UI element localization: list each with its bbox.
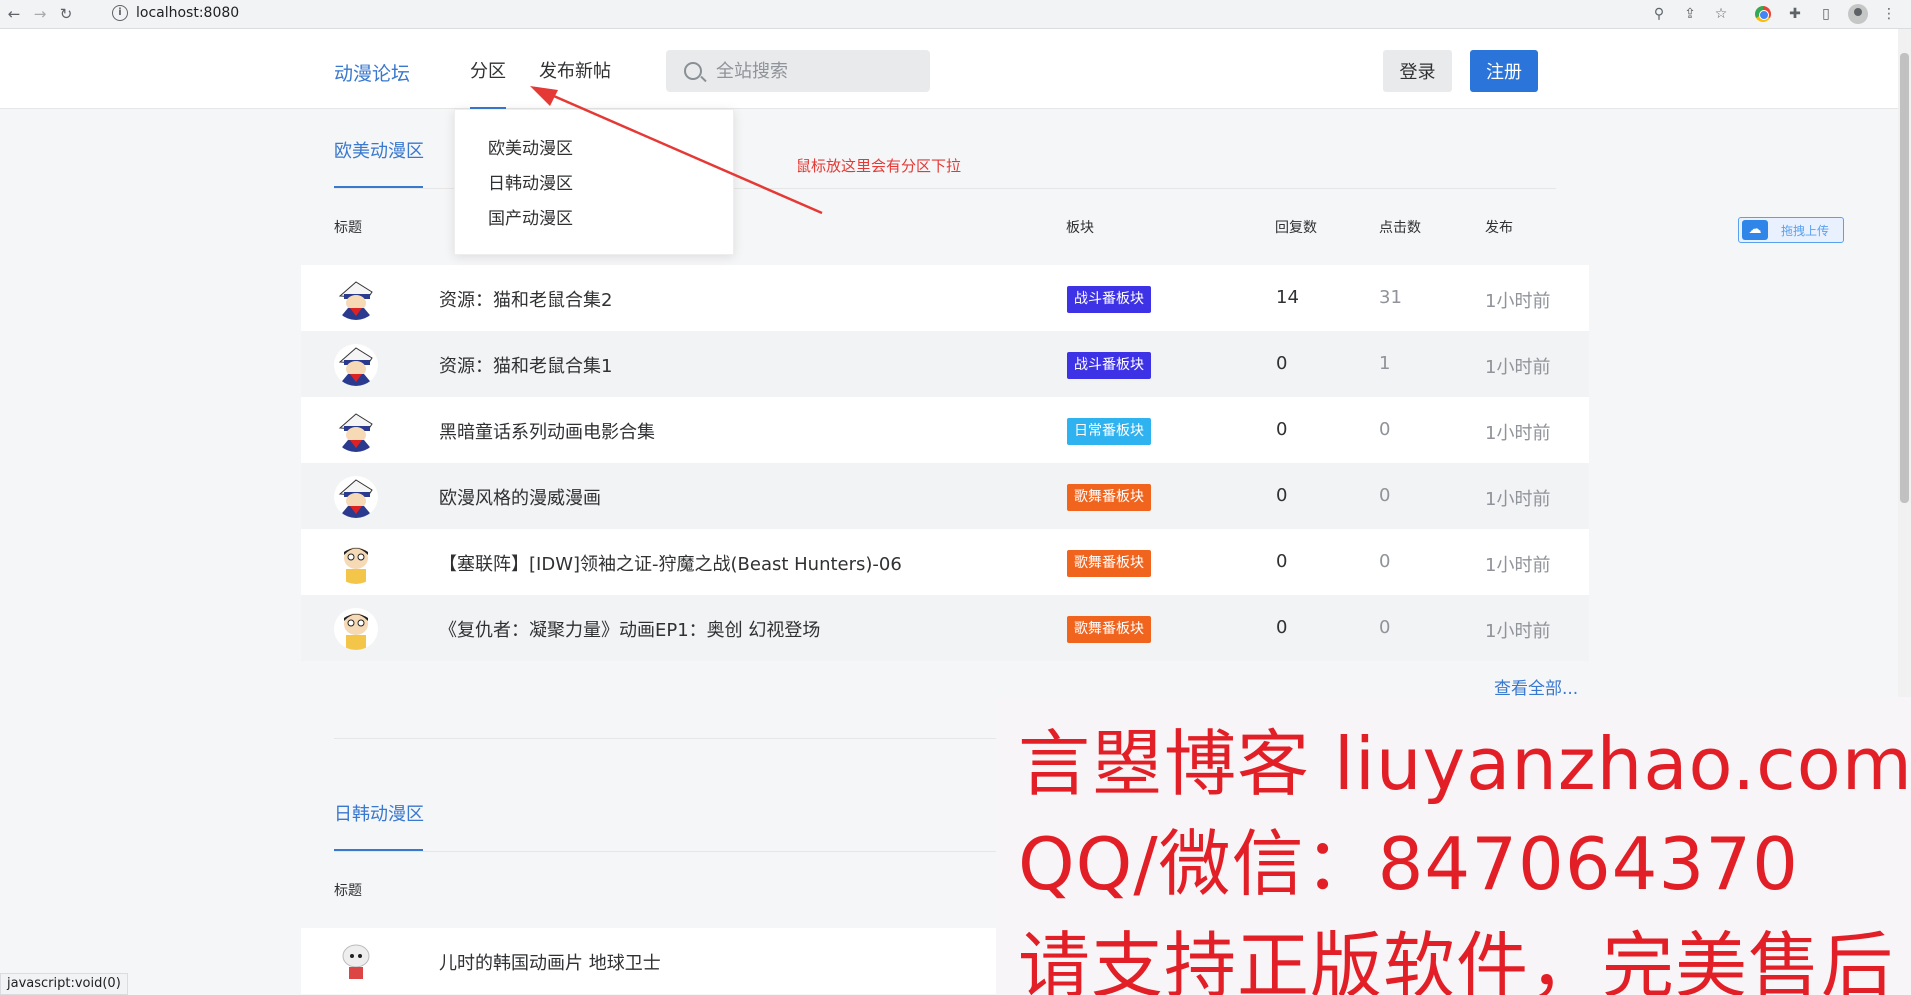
watermark-line-1: 言曌博客 liuyanzhao.com — [1018, 722, 1911, 806]
watermark-line-2: QQ/微信：847064370 — [1018, 822, 1799, 906]
dropdown-item-guochan[interactable]: 国产动漫区 — [488, 204, 573, 229]
post-title-link[interactable]: 资源：猫和老鼠合集1 — [439, 352, 612, 378]
browser-toolbar: ← → ↻ i localhost:8080 ⚲ ⇪ ☆ ✚ ▯ ⋮ — [0, 0, 1911, 29]
upload-label: 拖拽上传 — [1781, 224, 1830, 238]
table-row[interactable]: 【塞联阵】[IDW]领袖之证-狩魔之战(Beast Hunters)-06 歌舞番… — [301, 529, 1589, 595]
puzzle-icon[interactable]: ✚ — [1786, 5, 1804, 23]
post-title-link[interactable]: 《复仇者：凝聚力量》动画EP1：奥创 幻视登场 — [439, 616, 820, 642]
post-title-link[interactable]: 【塞联阵】[IDW]领袖之证-狩魔之战(Beast Hunters)-06 — [439, 550, 902, 576]
nav-post[interactable]: 发布新帖 — [539, 57, 611, 83]
fenqu-dropdown: 欧美动漫区 日韩动漫区 国产动漫区 — [454, 109, 734, 255]
info-icon[interactable]: i — [112, 5, 128, 21]
click-count: 0 — [1379, 419, 1391, 440]
board-badge[interactable]: 歌舞番板块 — [1067, 550, 1151, 577]
drag-upload-button[interactable]: ☁ 拖拽上传 — [1738, 217, 1844, 243]
post-title-link[interactable]: 欧漫风格的漫威漫画 — [439, 484, 601, 510]
reply-count: 0 — [1276, 419, 1288, 440]
publish-time: 1小时前 — [1485, 489, 1551, 510]
board-badge[interactable]: 歌舞番板块 — [1067, 616, 1151, 643]
site-logo[interactable]: 动漫论坛 — [334, 59, 410, 86]
publish-time: 1小时前 — [1485, 291, 1551, 312]
search-icon — [684, 62, 702, 80]
reply-count: 0 — [1276, 617, 1288, 638]
click-count: 0 — [1379, 551, 1391, 572]
avatar[interactable] — [334, 608, 378, 650]
avatar[interactable] — [334, 278, 378, 320]
publish-time: 1小时前 — [1485, 555, 1551, 576]
board-badge[interactable]: 战斗番板块 — [1067, 286, 1151, 313]
click-count: 31 — [1379, 287, 1402, 308]
table-row[interactable]: 资源：猫和老鼠合集1 战斗番板块 0 1 1小时前 — [301, 331, 1589, 397]
click-count: 0 — [1379, 617, 1391, 638]
reply-count: 14 — [1276, 287, 1299, 308]
table-row[interactable]: 黑暗童话系列动画电影合集 日常番板块 0 0 1小时前 — [301, 397, 1589, 463]
avatar[interactable] — [334, 410, 378, 452]
section-title-rihan[interactable]: 日韩动漫区 — [334, 800, 424, 826]
address-bar[interactable] — [100, 3, 1630, 26]
col-head-clicks: 点击数 — [1379, 220, 1421, 236]
board-badge[interactable]: 歌舞番板块 — [1067, 484, 1151, 511]
watermark-line-3: 请支持正版软件，完美售后 — [1018, 924, 1895, 995]
search-input[interactable] — [716, 59, 916, 83]
col-head-title: 标题 — [334, 883, 362, 899]
register-button[interactable]: 注册 — [1470, 50, 1538, 92]
section-title-oumei[interactable]: 欧美动漫区 — [334, 137, 424, 163]
reply-count: 0 — [1276, 353, 1288, 374]
site-header: 动漫论坛 分区 发布新帖 登录 注册 — [0, 29, 1900, 109]
url-text[interactable]: localhost:8080 — [136, 5, 239, 21]
col-head-publish: 发布 — [1485, 220, 1513, 236]
forward-icon[interactable]: → — [30, 4, 50, 24]
post-title-link[interactable]: 资源：猫和老鼠合集2 — [439, 286, 612, 312]
status-bar: javascript:void(0) — [0, 973, 128, 995]
reload-icon[interactable]: ↻ — [56, 4, 76, 24]
board-badge[interactable]: 日常番板块 — [1067, 418, 1151, 445]
dropdown-item-rihan[interactable]: 日韩动漫区 — [488, 169, 573, 194]
col-head-board: 板块 — [1066, 220, 1094, 236]
publish-time: 1小时前 — [1485, 423, 1551, 444]
post-title-link[interactable]: 儿时的韩国动画片 地球卫士 — [439, 949, 661, 975]
avatar[interactable] — [334, 941, 378, 983]
dropdown-item-oumei[interactable]: 欧美动漫区 — [488, 134, 573, 159]
click-count: 0 — [1379, 485, 1391, 506]
sidepanel-icon[interactable]: ▯ — [1817, 5, 1835, 23]
avatar[interactable] — [334, 542, 378, 584]
board-badge[interactable]: 战斗番板块 — [1067, 352, 1151, 379]
zoom-icon[interactable]: ⚲ — [1650, 5, 1668, 23]
watermark-banner: 言曌博客 liuyanzhao.com QQ/微信：847064370 请支持正… — [996, 697, 1911, 995]
scrollbar-thumb[interactable] — [1900, 53, 1909, 503]
click-count: 1 — [1379, 353, 1391, 374]
cloud-icon: ☁ — [1742, 220, 1768, 240]
table-row[interactable]: 《复仇者：凝聚力量》动画EP1：奥创 幻视登场 歌舞番板块 0 0 1小时前 — [301, 595, 1589, 661]
nav-fenqu[interactable]: 分区 — [470, 57, 506, 83]
annotation-text: 鼠标放这里会有分区下拉 — [796, 157, 962, 175]
post-title-link[interactable]: 黑暗童话系列动画电影合集 — [439, 418, 655, 444]
star-icon[interactable]: ☆ — [1712, 5, 1730, 23]
search-box[interactable] — [666, 50, 930, 92]
profile-icon[interactable] — [1848, 4, 1868, 24]
back-icon[interactable]: ← — [4, 4, 24, 24]
table-row[interactable]: 资源：猫和老鼠合集2 战斗番板块 14 31 1小时前 — [301, 265, 1589, 331]
table-row[interactable]: 欧漫风格的漫威漫画 歌舞番板块 0 0 1小时前 — [301, 463, 1589, 529]
extension-icon[interactable] — [1755, 6, 1771, 22]
login-button[interactable]: 登录 — [1383, 50, 1452, 92]
avatar[interactable] — [334, 476, 378, 518]
menu-icon[interactable]: ⋮ — [1880, 5, 1898, 23]
col-head-replies: 回复数 — [1275, 220, 1317, 236]
reply-count: 0 — [1276, 485, 1288, 506]
avatar[interactable] — [334, 344, 378, 386]
publish-time: 1小时前 — [1485, 357, 1551, 378]
col-head-title: 标题 — [334, 220, 362, 236]
share-icon[interactable]: ⇪ — [1681, 5, 1699, 23]
publish-time: 1小时前 — [1485, 621, 1551, 642]
view-all-link[interactable]: 查看全部... — [1494, 674, 1578, 699]
reply-count: 0 — [1276, 551, 1288, 572]
